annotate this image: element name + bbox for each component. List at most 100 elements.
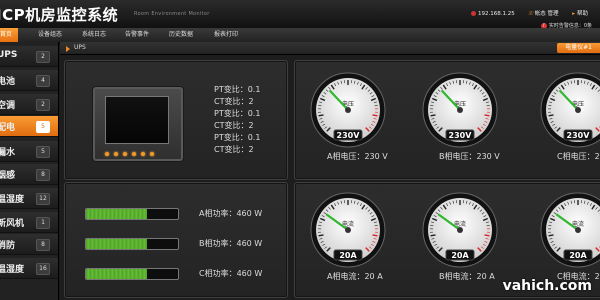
sidebar-item-count: 16	[36, 263, 50, 275]
sidebar-item-count: 8	[36, 169, 50, 181]
gauge-value: 230V	[337, 131, 361, 140]
led-icon	[141, 152, 145, 156]
power-bar-b	[85, 238, 179, 250]
main-menu: 首页 设备组态 系统日志 告警事件 历史数据 报表打印	[0, 28, 600, 43]
menu-system-log[interactable]: 系统日志	[76, 28, 112, 42]
gauge-hub	[575, 227, 581, 233]
power-bar-fill	[86, 269, 147, 279]
meter-tab[interactable]: 电量仪#1	[557, 43, 600, 53]
pt-ratio: PT变比：0.1	[214, 109, 261, 118]
panel-header: UPS 电量仪#1	[60, 42, 600, 55]
gauge-tick	[372, 234, 378, 237]
gauge-tick	[318, 114, 324, 117]
gauge-hub	[457, 107, 463, 113]
sidebar-item-battery[interactable]: 电池 4	[0, 70, 58, 91]
sidebar-item-power[interactable]: 配电 5	[0, 116, 58, 137]
device-panel: PT变比：0.1 CT变比：2 PT变比：0.1 CT变比：2 PT变比：0.1…	[64, 60, 288, 180]
led-icon	[150, 152, 154, 156]
sidebar-item-fresh-air[interactable]: 新风机 1	[0, 212, 58, 233]
main-panel: UPS 电量仪#1 PT变比：0.1 CT变比：2 PT变比：0.1 CT变比：…	[60, 42, 600, 300]
led-icon	[132, 152, 136, 156]
sidebar-item-count: 12	[36, 193, 50, 205]
gauge-tick	[548, 114, 554, 117]
sidebar-item-label: 温湿度	[0, 195, 25, 205]
sidebar-item-count: 8	[36, 239, 50, 251]
gauge-tick	[548, 234, 554, 237]
menu-report-print[interactable]: 报表打印	[208, 28, 244, 42]
key-icon: ⚿	[528, 11, 533, 17]
pt-ratio: PT变比：0.1	[214, 133, 261, 142]
power-bar-a	[85, 208, 179, 220]
sidebar-item-label: 烟感	[0, 171, 16, 181]
sidebar-item-fire[interactable]: 消防 8	[0, 234, 58, 255]
voltage-gauge-b: 电压230V	[422, 72, 498, 148]
sidebar-item-smoke[interactable]: 烟感 8	[0, 164, 58, 185]
sidebar-item-count: 5	[36, 121, 50, 133]
current-gauge-c: 电流20A	[540, 192, 600, 268]
gauge-value: 20A	[451, 251, 469, 260]
sidebar-item-count: 2	[36, 99, 50, 111]
ct-ratio: CT变比：2	[214, 121, 254, 130]
title-bar: ICP机房监控系统 Room Environment Monitor 192.1…	[0, 0, 600, 29]
led-icon	[114, 152, 118, 156]
app-title: ICP机房监控系统	[0, 6, 119, 24]
voltage-gauge-a: 电压230V	[310, 72, 386, 148]
led-icon	[105, 152, 109, 156]
power-label-a: A相功率：460 W	[199, 209, 263, 218]
gauge-tick	[430, 114, 436, 117]
current-gauge-b: 电流20A	[422, 192, 498, 268]
header-right: 192.168.1.25 ⚿ 帐态 管理 ▸ 帮助	[471, 9, 600, 18]
gauge-hub	[457, 227, 463, 233]
power-bar-fill	[86, 209, 147, 219]
ip-status[interactable]: 192.168.1.25	[471, 11, 521, 17]
ct-ratio: CT变比：2	[214, 97, 254, 106]
gauge-value: 230V	[449, 131, 473, 140]
menu-home[interactable]: 首页	[0, 28, 19, 42]
help-menu[interactable]: ▸ 帮助	[572, 11, 594, 17]
voltage-label-a: A相电压：230 V	[327, 152, 388, 161]
device-leds	[105, 152, 154, 156]
gauge-tick	[484, 114, 490, 117]
gauge-tick	[484, 234, 490, 237]
power-bar-c	[85, 268, 179, 280]
menu-alarm-events[interactable]: 告警事件	[119, 28, 155, 42]
power-label-b: B相功率：460 W	[199, 239, 263, 248]
sidebar-item-count: 5	[36, 146, 50, 158]
sidebar-item-count: 2	[36, 51, 50, 63]
sidebar-item-label: 消防	[0, 241, 16, 251]
sidebar-item-label: 温湿度	[0, 265, 25, 275]
sidebar-item-label: 电池	[0, 77, 16, 87]
gauge-value: 230V	[567, 131, 591, 140]
help-icon: ▸	[572, 11, 575, 17]
panel-title: UPS	[74, 44, 86, 51]
menu-history-data[interactable]: 历史数据	[163, 28, 199, 42]
sidebar-item-aircon[interactable]: 空调 2	[0, 94, 58, 115]
power-label-c: C相功率：460 W	[199, 269, 263, 278]
device-screen	[105, 96, 169, 144]
menu-device-config[interactable]: 设备组态	[32, 28, 68, 42]
gauge-hub	[345, 107, 351, 113]
sidebar-item-label: 空调	[0, 101, 16, 111]
user-menu[interactable]: ⚿ 帐态 管理	[529, 11, 565, 17]
power-bar-fill	[86, 239, 147, 249]
sidebar-item-water-leak[interactable]: 漏水 5	[0, 141, 58, 162]
sidebar-item-label: 漏水	[0, 148, 16, 158]
power-meter-device	[93, 87, 183, 161]
gauge-tick	[430, 234, 436, 237]
gauge-value: 20A	[339, 251, 357, 260]
status-dot-icon	[471, 11, 477, 16]
watermark: vahich.com	[502, 278, 592, 294]
sidebar-item-label: 新风机	[0, 219, 25, 229]
voltage-label-c: C相电压：230 V	[557, 152, 600, 161]
voltage-gauge-c: 电压230V	[540, 72, 600, 148]
voltage-label-b: B相电压：230 V	[439, 152, 500, 161]
ct-ratio: CT变比：2	[214, 145, 254, 154]
app-subtitle: Room Environment Monitor	[134, 11, 210, 17]
sidebar-item-count: 1	[36, 217, 50, 229]
sidebar-item-temp-humidity[interactable]: 温湿度 12	[0, 188, 58, 209]
sidebar-item-temp-humidity-2[interactable]: 温湿度 16	[0, 258, 58, 279]
sidebar-item-label: UPS	[0, 50, 18, 60]
triangle-icon	[66, 46, 70, 52]
sidebar-item-ups[interactable]: UPS 2	[0, 46, 58, 67]
sidebar: UPS 2 电池 4 空调 2 配电 5 漏水 5 烟感 8 温湿度 12 新风机 1 消防 8 …	[0, 42, 59, 300]
